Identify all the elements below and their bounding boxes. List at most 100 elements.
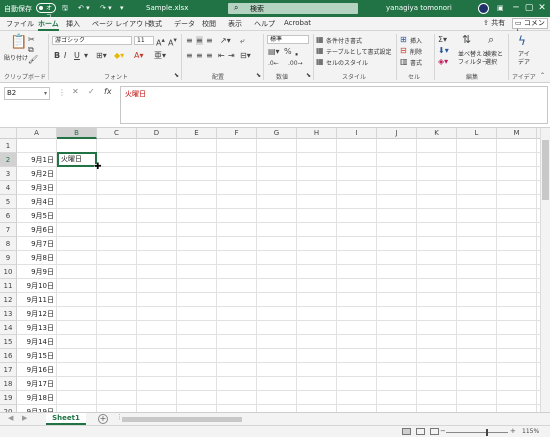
orientation-icon[interactable]: ↗▾ [220,36,231,45]
avatar[interactable] [478,3,489,14]
row-header[interactable]: 20 [0,405,17,412]
cell-a[interactable]: 9月2日 [18,167,56,181]
zoom-slider[interactable] [446,432,508,433]
column-header[interactable]: J [377,128,417,139]
row-header[interactable]: 3 [0,167,17,181]
normal-view-icon[interactable] [402,428,411,435]
autosum-icon[interactable]: Σ▾ [438,35,447,44]
zoom-in-button[interactable]: + [510,427,516,435]
column-header[interactable]: K [417,128,457,139]
copy-icon[interactable]: ⧉ [28,45,34,54]
active-cell[interactable]: 火曜日 [57,152,97,167]
cell-a[interactable]: 9月1日 [18,153,56,167]
currency-icon[interactable]: ▤▾ [268,47,280,56]
column-header[interactable]: G [257,128,297,139]
row-header[interactable]: 17 [0,363,17,377]
tab-data[interactable]: データ [174,19,195,29]
prev-sheet-icon[interactable]: ◀ [8,414,13,422]
alignment-dialog-launcher-icon[interactable]: ⬊ [256,71,261,80]
align-bottom-icon[interactable]: ≡ [206,36,213,45]
row-header[interactable]: 15 [0,335,17,349]
increase-font-icon[interactable]: A▴ [156,36,165,48]
merge-center-icon[interactable]: ⊟▾ [240,51,251,60]
border-icon[interactable]: ⊞▾ [96,51,107,60]
cell-a[interactable]: 9月15日 [18,349,56,363]
cell-style-button[interactable]: セルのスタイル [326,58,368,67]
cell-a[interactable] [18,139,56,153]
user-name[interactable]: yanagiya tomonori [386,4,452,12]
sheet-tab[interactable]: Sheet1 [46,413,86,425]
paste-label[interactable]: 貼り付け [4,53,28,62]
vertical-scrollbar[interactable] [540,128,550,412]
close-button[interactable]: ✕ [535,2,549,15]
tab-home[interactable]: ホーム [38,19,59,31]
cell-a[interactable]: 9月14日 [18,335,56,349]
autosave-toggle[interactable]: オフ [36,3,56,21]
zoom-out-button[interactable]: − [440,427,446,435]
row-header[interactable]: 8 [0,237,17,251]
cell-a[interactable]: 9月11日 [18,293,56,307]
format-painter-icon[interactable]: 🖌 [28,55,38,64]
column-header[interactable]: E [177,128,217,139]
cell-a[interactable]: 9月13日 [18,321,56,335]
align-right-icon[interactable]: ≡ [206,51,213,60]
name-box[interactable]: B2 ▾ [4,87,50,100]
clear-icon[interactable]: ◈▾ [438,57,448,66]
align-left-icon[interactable]: ≡ [186,51,193,60]
column-header[interactable]: M [497,128,537,139]
column-header[interactable]: B [57,128,97,139]
collapse-ribbon-icon[interactable]: ⌃ [540,71,545,80]
row-header[interactable]: 2 [0,153,17,167]
column-header[interactable]: C [97,128,137,139]
find-select-label-2[interactable]: 選択 [485,57,497,66]
format-cells-button[interactable]: 書式 [410,58,422,67]
row-header[interactable]: 12 [0,293,17,307]
customize-qat-icon[interactable]: ▾ [120,4,124,12]
cell-a[interactable]: 9月8日 [18,251,56,265]
redo-icon[interactable]: ↷ ▾ [100,4,112,12]
underline-dropdown-icon[interactable]: ▾ [84,51,88,60]
cell-a[interactable]: 9月19日 [18,405,56,412]
worksheet-grid[interactable]: ABCDEFGHIJKLM 1 2 9月1日 3 9月2日 4 9月3日 5 9月4日 6 9月5日… [0,128,550,412]
tab-page-layout[interactable]: ページ レイアウト [92,19,150,29]
insert-function-icon[interactable]: fx [104,87,112,96]
underline-icon[interactable]: U [74,51,80,60]
add-sheet-button[interactable]: + [98,414,108,424]
decrease-indent-icon[interactable]: ⇤ [218,51,225,60]
cell-a[interactable]: 9月18日 [18,391,56,405]
search-box[interactable]: ⌕ 検索 [228,3,358,14]
row-header[interactable]: 7 [0,223,17,237]
cell-a[interactable]: 9月12日 [18,307,56,321]
vertical-scroll-thumb[interactable] [542,140,549,200]
font-family-select[interactable]: 游ゴシック [52,36,132,45]
font-color-icon[interactable]: A▾ [134,51,144,60]
row-header[interactable]: 11 [0,279,17,293]
format-as-table-button[interactable]: テーブルとして書式設定 [326,47,391,56]
cancel-icon[interactable]: ✕ [72,87,79,96]
phonetic-icon[interactable]: 亜▾ [154,51,166,60]
cell-a[interactable]: 9月17日 [18,377,56,391]
increase-indent-icon[interactable]: ⇥ [228,51,235,60]
font-size-select[interactable]: 11 [134,36,154,45]
comment-button[interactable]: ▭ コメント [512,18,548,36]
row-header[interactable]: 14 [0,321,17,335]
align-top-icon[interactable]: ≡ [186,36,193,45]
next-sheet-icon[interactable]: ▶ [22,414,27,422]
align-center-icon[interactable]: ≡ [196,51,203,60]
decrease-font-icon[interactable]: A▾ [168,36,177,48]
row-header[interactable]: 13 [0,307,17,321]
cut-icon[interactable]: ✂ [28,35,35,44]
ideas-label-2[interactable]: デア [518,57,530,66]
horizontal-scroll-thumb[interactable] [122,417,242,422]
row-header[interactable]: 4 [0,181,17,195]
row-header[interactable]: 10 [0,265,17,279]
page-layout-view-icon[interactable] [416,428,425,435]
select-all-button[interactable] [0,128,17,139]
enter-icon[interactable]: ✓ [88,87,95,96]
sort-filter-label-2[interactable]: フィルター [458,57,488,66]
cell-a[interactable]: 9月9日 [18,265,56,279]
delete-cells-button[interactable]: 削除 [410,47,422,56]
column-header[interactable]: L [457,128,497,139]
wrap-text-icon[interactable]: ⤶ [240,36,244,45]
tab-insert[interactable]: 挿入 [66,19,80,29]
